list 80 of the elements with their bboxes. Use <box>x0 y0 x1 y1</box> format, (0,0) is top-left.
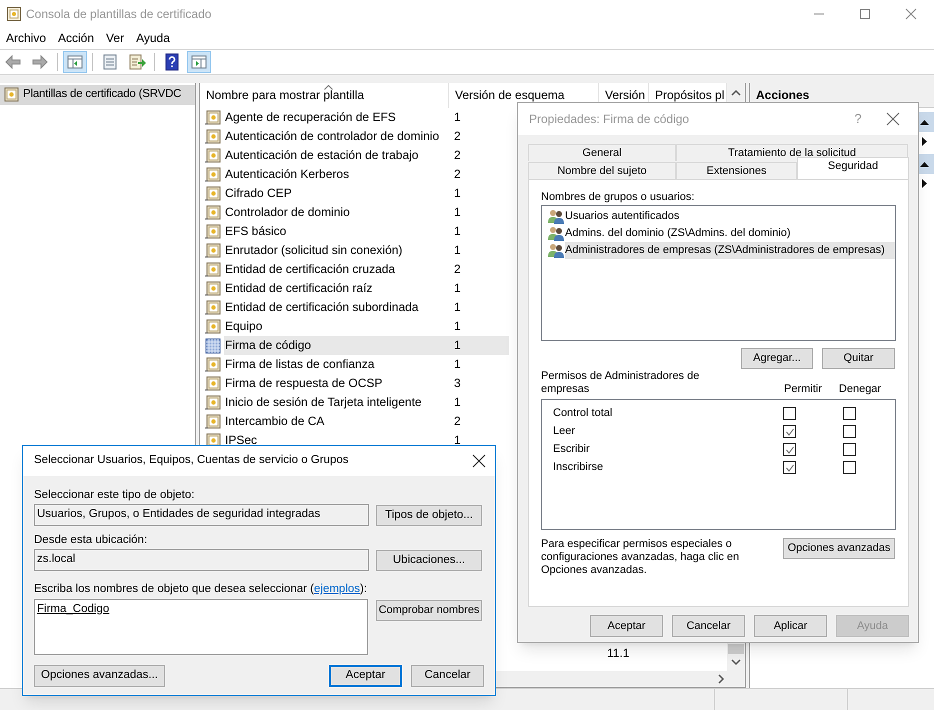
field-label: Escriba los nombres de objeto que desea seleccionar (ejemplos): <box>34 582 368 596</box>
tab[interactable]: Extensiones <box>676 162 797 179</box>
template-name[interactable]: Intercambio de CA <box>224 412 449 431</box>
dialog-button[interactable]: Aplicar <box>754 615 827 637</box>
tab[interactable]: Seguridad <box>797 157 909 179</box>
permission-name: Inscribirse <box>552 460 604 475</box>
template-name[interactable]: Controlador de dominio <box>224 203 449 222</box>
field-label: Desde esta ubicación: <box>34 533 148 547</box>
table-cell-text: 1 <box>453 204 462 221</box>
table-cell-text: 1 <box>453 185 462 202</box>
field-label: Seleccionar este tipo de objeto: <box>34 488 196 502</box>
menu-item[interactable]: Ver <box>100 29 130 47</box>
table-cell-text: 2 <box>453 147 462 164</box>
tree-item[interactable]: Plantillas de certificado (SRVDC <box>0 85 195 105</box>
template-name[interactable]: Enrutador (solicitud sin conexión) <box>224 241 449 260</box>
tab[interactable]: Nombre del sujeto <box>528 162 676 179</box>
column-header: Permitir <box>784 383 822 396</box>
template-name[interactable]: Firma de listas de confianza <box>224 355 449 374</box>
template-name[interactable]: Entidad de certificación raíz <box>224 279 449 298</box>
add-button[interactable]: Agregar... <box>741 348 813 369</box>
dialog-button[interactable]: Tipos de objeto... <box>376 505 482 526</box>
user-group-item[interactable]: Admins. del dominio (ZS\Admins. del dominio) <box>565 225 895 242</box>
template-name[interactable]: Entidad de certificación subordinada <box>224 298 449 317</box>
template-name[interactable]: Firma de código <box>224 336 449 355</box>
table-cell-text: 1 <box>453 432 462 449</box>
window-title: Consola de plantillas de certificado <box>26 6 212 23</box>
remove-button[interactable]: Quitar <box>822 348 895 369</box>
menu-item[interactable]: Ayuda <box>130 29 176 47</box>
dialog-button[interactable]: Ubicaciones... <box>376 550 482 571</box>
dialog-button[interactable]: Aceptar <box>590 615 663 637</box>
table-cell-text: 2 <box>453 128 462 145</box>
column-header: Denegar <box>838 383 882 396</box>
template-name[interactable]: Cifrado CEP <box>224 184 449 203</box>
table-cell: 1 <box>449 336 509 355</box>
template-name[interactable]: Agente de recuperación de EFS <box>224 108 449 127</box>
table-cell-text: 2 <box>453 166 462 183</box>
user-group-item[interactable]: Administradores de empresas (ZS\Administradores de empresas) <box>565 242 895 259</box>
readonly-field: zs.local <box>34 549 369 571</box>
check-names-button[interactable]: Comprobar nombres <box>376 600 482 621</box>
template-name[interactable]: Autenticación de controlador de dominio <box>224 127 449 146</box>
template-name[interactable]: Inicio de sesión de Tarjeta inteligente <box>224 393 449 412</box>
template-name[interactable]: Firma de respuesta de OCSP <box>224 374 449 393</box>
dialog-button[interactable]: Cancelar <box>411 665 484 687</box>
template-name[interactable]: Equipo <box>224 317 449 336</box>
advanced-options-button[interactable]: Opciones avanzadas <box>783 538 895 559</box>
table-cell-text: 1 <box>453 223 462 240</box>
menu-item[interactable]: Acción <box>52 29 100 47</box>
template-name[interactable]: Autenticación Kerberos <box>224 165 449 184</box>
names-input-field[interactable]: Firma_Codigo <box>34 599 368 655</box>
table-cell-text: 2 <box>453 261 462 278</box>
table-cell-text: 1 <box>453 356 462 373</box>
table-cell-text: 1 <box>453 109 462 126</box>
examples-link[interactable]: ejemplos <box>314 583 360 595</box>
permission-name: Escribir <box>552 442 591 457</box>
dialog-title: Propiedades: Firma de código <box>529 111 690 128</box>
template-name[interactable]: EFS básico <box>224 222 449 241</box>
table-cell-text: 1 <box>453 394 462 411</box>
table-cell-text: 1 <box>453 318 462 335</box>
table-cell-text: 1 <box>453 280 462 297</box>
table-cell-text: 1 <box>453 299 462 316</box>
dialog-button[interactable]: Cancelar <box>672 615 745 637</box>
table-cell-text: 1 <box>453 242 462 259</box>
readonly-field: Usuarios, Grupos, o Entidades de seguridad integradas <box>34 504 369 526</box>
permissions-label: Permisos de Administradores de empresas <box>541 370 700 396</box>
table-cell-text: 2 <box>453 413 462 430</box>
table-cell-text: 11.1 <box>607 644 630 662</box>
column-header[interactable]: Nombre para mostrar plantilla <box>200 83 449 108</box>
template-name[interactable]: Autenticación de estación de trabajo <box>224 146 449 165</box>
advanced-options-button[interactable]: Opciones avanzadas... <box>34 665 165 687</box>
template-name[interactable]: Entidad de certificación cruzada <box>224 260 449 279</box>
groups-label: Nombres de grupos o usuarios: <box>541 190 696 205</box>
user-group-item[interactable]: Usuarios autentificados <box>565 208 895 225</box>
dialog-title: Seleccionar Usuarios, Equipos, Cuentas de servicio o Grupos <box>34 453 350 468</box>
dialog-button[interactable]: Aceptar <box>329 665 402 687</box>
permission-name: Control total <box>552 406 614 421</box>
menu-item[interactable]: Archivo <box>0 29 52 47</box>
tab[interactable]: General <box>528 144 676 161</box>
table-cell-text: 3 <box>453 375 462 392</box>
permission-name: Leer <box>552 424 576 439</box>
advanced-hint: Para especificar permisos especiales o configuraciones avanzadas, haga clic en Opciones avanzadas. <box>541 538 740 577</box>
